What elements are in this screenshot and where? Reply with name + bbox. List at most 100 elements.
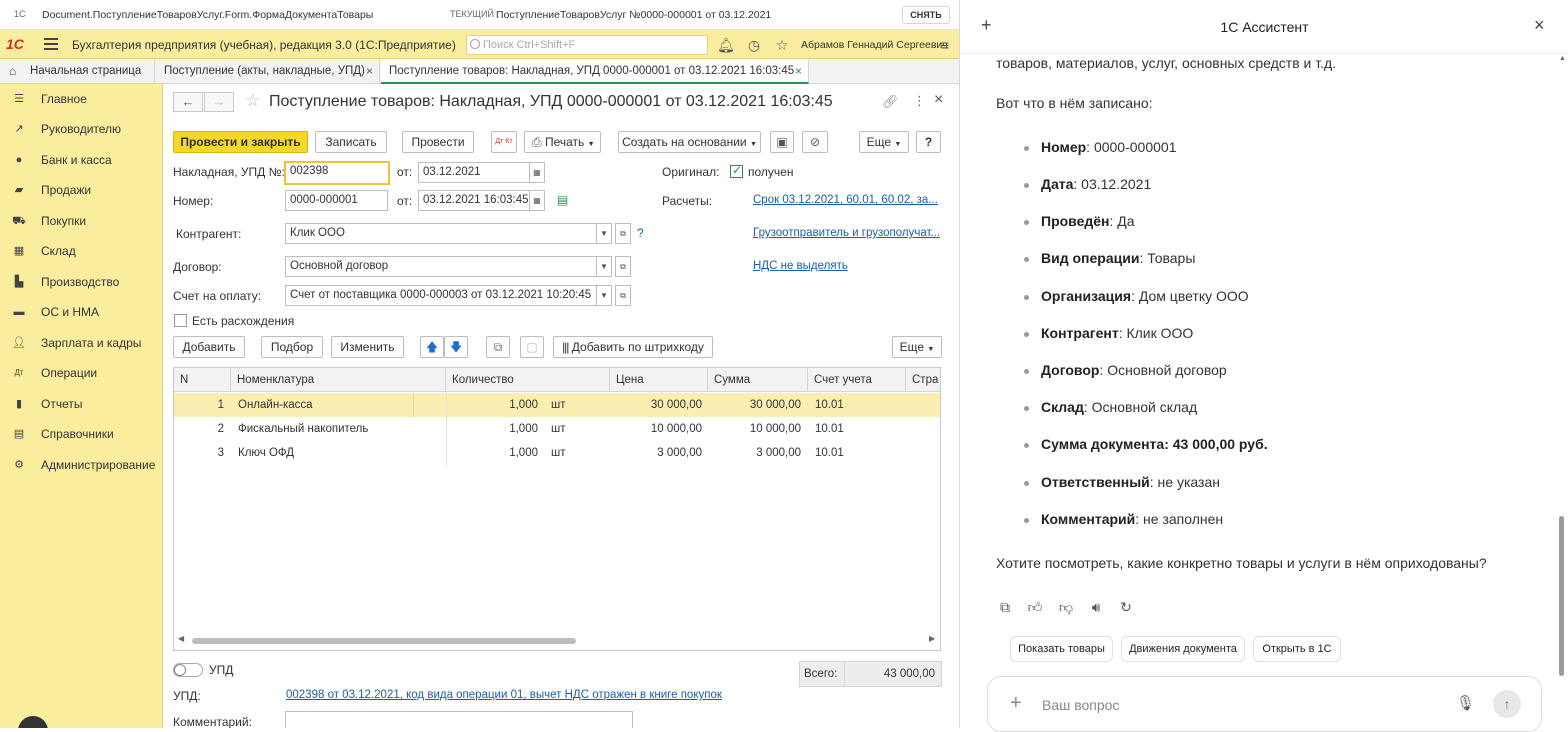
microphone-icon[interactable]: 🎙︎ [1456,694,1475,712]
scroll-up-icon[interactable]: ▲ [1559,55,1566,62]
close-icon[interactable]: × [934,91,943,109]
edit-icon[interactable]: ▤ [557,193,568,207]
table-more-button[interactable]: Еще ▼ [892,336,942,358]
tab-home[interactable]: ⌂ Начальная страница [0,59,155,84]
tab-receipt-document[interactable]: Поступление товаров: Накладная, УПД 0000… [381,59,809,84]
table-row[interactable]: 1 Онлайн-касса 1,000 шт 30 000,00 30 000… [174,393,940,417]
create-based-on-button[interactable]: Создать на основании ▼ [618,131,761,153]
open-icon[interactable]: ⧉ [615,256,631,277]
column-header[interactable]: Сумма [708,368,808,392]
refresh-icon[interactable]: ↻ [1117,598,1135,616]
dt-kt-button[interactable]: Дт Кт [491,131,517,153]
upd-link[interactable]: 002398 от 03.12.2021, код вида операции … [286,689,722,701]
column-header[interactable]: Счет учета [808,368,906,392]
paste-row-icon[interactable]: ▢ [520,336,544,358]
sidebar-item-salary[interactable]: 👤︎ Зарплата и кадры [0,328,163,358]
question-input[interactable] [1042,695,1422,715]
change-button[interactable]: Изменить [331,336,404,358]
column-header[interactable]: Количество [446,368,610,392]
help-icon[interactable]: ? [637,226,644,240]
print-button[interactable]: ⎙ Печать ▼ [524,131,601,153]
table-row[interactable]: 3 Ключ ОФД 1,000 шт 3 000,00 3 000,00 10… [174,441,940,465]
help-button[interactable]: ? [916,131,941,153]
chevron-down-icon[interactable]: ▼ [596,223,612,244]
structure-icon[interactable]: ▣ [770,131,794,153]
show-goods-chip[interactable]: Показать товары [1010,636,1113,662]
invoice-number-field[interactable]: 002398 [284,161,390,185]
star-icon[interactable]: ☆ [245,91,260,111]
bell-icon[interactable]: 🔔︎ [717,37,735,53]
shipper-link[interactable]: Грузоотправитель и грузополучат... [753,227,941,239]
sidebar-item-catalogs[interactable]: ▤ Справочники [0,419,163,449]
back-button[interactable]: ← [173,92,203,112]
upd-toggle[interactable] [173,663,203,677]
number-date-field[interactable]: 03.12.2021 16:03:45 [418,190,530,211]
invoice-date-field[interactable]: 03.12.2021 [418,162,530,183]
original-checkbox[interactable]: ✓ [730,163,743,178]
forward-button[interactable]: → [204,92,234,112]
link-icon[interactable]: 🔗︎ [882,94,899,110]
thumbs-up-icon[interactable]: 👍︎ [1026,598,1044,616]
calendar-icon[interactable]: ▦ [529,190,545,211]
scroll-right-icon[interactable]: ▶ [929,634,935,643]
copy-row-icon[interactable]: ⧉ [486,336,510,358]
more-vertical-icon[interactable]: ⋮ [913,93,926,109]
sidebar-item-fixed-assets[interactable]: ▬ ОС и НМА [0,297,163,327]
scrollbar-thumb[interactable] [192,638,576,644]
scroll-left-icon[interactable]: ◀ [178,634,184,643]
vat-link[interactable]: НДС не выделять [753,260,848,272]
close-icon[interactable]: × [795,59,802,83]
star-icon[interactable]: ☆ [774,37,790,53]
tab-receipts-list[interactable]: Поступление (акты, накладные, УПД) × [156,59,380,84]
add-by-barcode-button[interactable]: ||| Добавить по штрихкоду [553,336,713,358]
contract-field[interactable]: Основной договор [285,256,597,277]
copy-icon[interactable]: ⧉ [996,598,1014,616]
table-row[interactable]: 2 Фискальный накопитель 1,000 шт 10 000,… [174,417,940,441]
sidebar-item-purchases[interactable]: ⛟ Покупки [0,206,163,236]
thumbs-down-icon[interactable]: 👎︎ [1057,598,1075,616]
assistant-scrollbar[interactable] [1559,516,1564,676]
sidebar-item-operations[interactable]: Дт Операции [0,358,163,388]
open-in-1c-chip[interactable]: Открыть в 1С [1253,636,1341,662]
column-header[interactable]: Цена [610,368,708,392]
pick-button[interactable]: Подбор [261,336,323,358]
sidebar-item-reports[interactable]: ▮ Отчеты [0,389,163,419]
open-icon[interactable]: ⧉ [615,285,631,306]
plus-icon[interactable]: + [1010,692,1022,715]
move-up-icon[interactable]: 🡅 [420,336,444,358]
sidebar-item-main[interactable]: ☰ Главное [0,84,163,114]
sidebar-item-manager[interactable]: ↗ Руководителю [0,114,163,144]
column-header[interactable]: N [174,368,231,392]
sidebar-item-admin[interactable]: ⚙ Администрирование [0,450,163,480]
post-and-close-button[interactable]: Провести и закрыть [173,131,308,153]
chevron-down-icon[interactable]: ▼ [596,285,612,306]
bill-field[interactable]: Счет от поставщика 0000-000003 от 03.12.… [285,285,597,306]
close-icon[interactable]: × [1534,15,1545,36]
document-movements-chip[interactable]: Движения документа [1121,636,1245,662]
chevron-down-icon[interactable]: ▼ [596,256,612,277]
avatar[interactable] [18,716,48,728]
user-name[interactable]: Абрамов Геннадий Сергеевич [801,39,948,51]
calendar-icon[interactable]: ▦ [529,162,545,183]
snyat-button[interactable]: СНЯТЬ [902,6,950,24]
settlements-link[interactable]: Срок 03.12.2021, 60.01, 60.02, за... [753,194,941,206]
open-icon[interactable]: ⧉ [615,223,631,244]
discrepancy-checkbox[interactable] [174,314,187,327]
add-button[interactable]: Добавить [173,336,245,358]
sidebar-item-production[interactable]: ▙ Производство [0,267,163,297]
number-field[interactable]: 0000-000001 [285,190,388,211]
move-down-icon[interactable]: 🡇 [444,336,468,358]
menu-icon[interactable] [44,38,58,50]
settings-menu-icon[interactable]: ≡ [937,37,953,53]
history-icon[interactable]: ◷ [746,37,762,53]
post-button[interactable]: Провести [402,131,474,153]
counterparty-field[interactable]: Клик ООО [285,223,597,244]
speaker-icon[interactable]: 🔊︎ [1087,598,1105,616]
column-header[interactable]: Стра [906,368,940,392]
sidebar-item-bank[interactable]: ● Банк и касса [0,145,163,175]
search-input[interactable]: Поиск Ctrl+Shift+F [466,35,708,55]
attachment-icon[interactable]: ⊘ [802,131,828,153]
comment-field[interactable] [285,711,633,728]
sidebar-item-warehouse[interactable]: ▦ Склад [0,236,163,266]
more-button[interactable]: Еще ▼ [859,131,909,153]
